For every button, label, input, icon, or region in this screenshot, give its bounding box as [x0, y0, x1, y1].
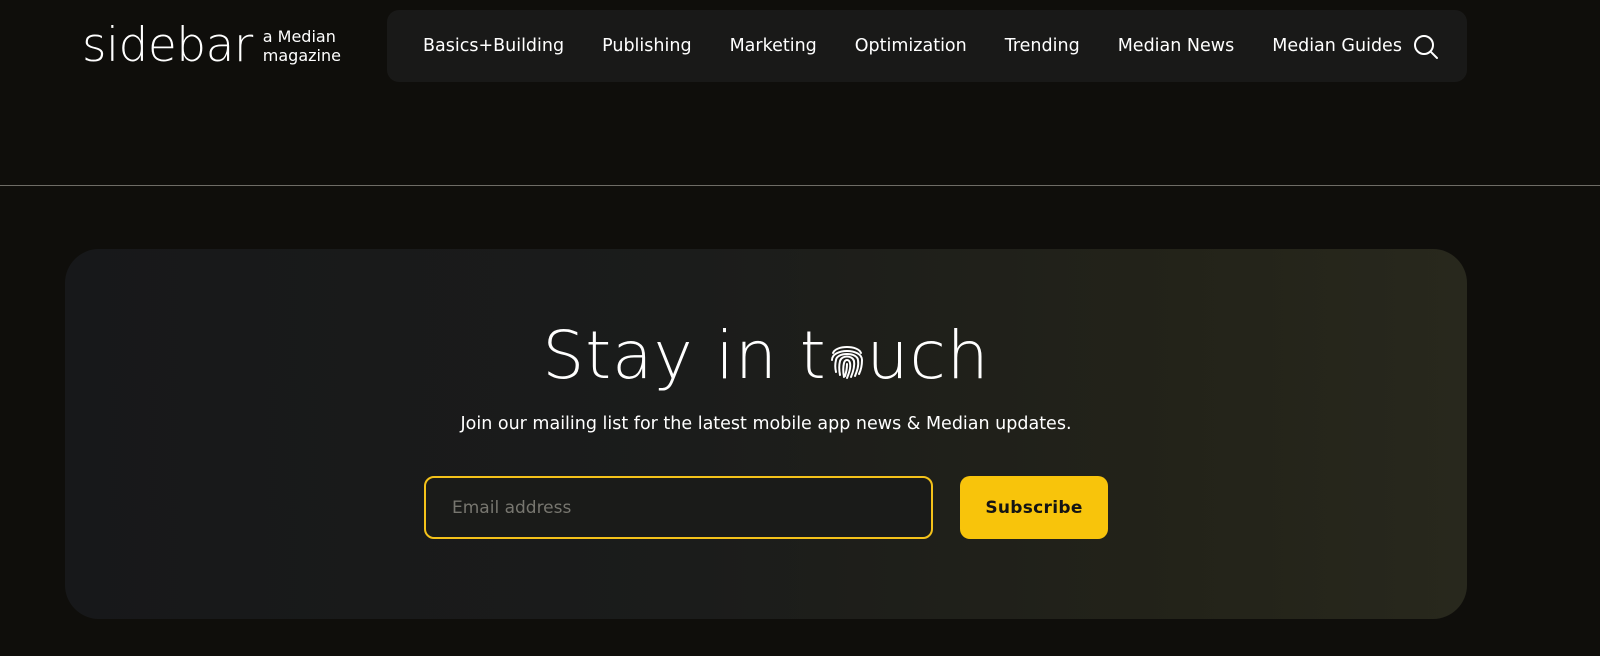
nav-items: Basics+Building Publishing Marketing Opt…: [423, 36, 1402, 56]
newsletter-subtitle: Join our mailing list for the latest mob…: [460, 414, 1072, 434]
main-nav: Basics+Building Publishing Marketing Opt…: [387, 10, 1467, 82]
search-icon[interactable]: [1412, 33, 1440, 61]
logo-tagline-line-2: magazine: [262, 46, 341, 65]
logo-tagline: a Median magazine: [263, 27, 341, 65]
site-logo[interactable]: sidebar a Median magazine: [82, 18, 341, 74]
nav-item-publishing[interactable]: Publishing: [602, 36, 691, 56]
newsletter-title: Stay in t uch: [0, 318, 1532, 394]
nav-item-marketing[interactable]: Marketing: [730, 36, 817, 56]
nav-item-basics-building[interactable]: Basics+Building: [423, 36, 564, 56]
subscribe-button[interactable]: Subscribe: [960, 476, 1108, 539]
section-divider: [0, 185, 1600, 186]
newsletter-card: [65, 249, 1467, 619]
email-field[interactable]: [424, 476, 933, 539]
nav-item-trending[interactable]: Trending: [1005, 36, 1080, 56]
newsletter-title-part-1: Stay in t: [542, 317, 827, 394]
logo-tagline-line-1: a Median: [262, 27, 336, 46]
nav-item-median-news[interactable]: Median News: [1118, 36, 1235, 56]
logo-wordmark: sidebar: [82, 18, 253, 73]
nav-item-median-guides[interactable]: Median Guides: [1272, 36, 1402, 56]
fingerprint-icon: [828, 320, 866, 379]
newsletter-title-part-2: uch: [866, 317, 990, 394]
nav-item-optimization[interactable]: Optimization: [855, 36, 967, 56]
